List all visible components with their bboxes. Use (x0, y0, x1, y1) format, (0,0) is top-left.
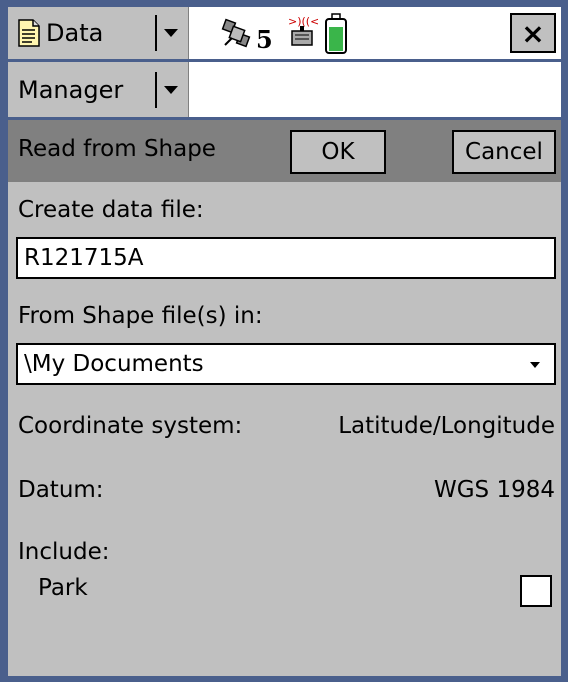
from-shape-files-label: From Shape file(s) in: (18, 303, 263, 329)
battery-icon (324, 13, 348, 55)
datum-label: Datum: (18, 477, 104, 503)
dropdown-separator (155, 15, 157, 51)
coordinate-system-value: Latitude/Longitude (338, 413, 555, 439)
include-label: Include: (18, 539, 110, 565)
shape-folder-dropdown[interactable]: \My Documents (16, 343, 556, 385)
manager-menu-button[interactable]: Manager (8, 62, 189, 117)
gnss-receiver-icon: >)((< (286, 13, 319, 53)
park-label: Park (38, 575, 88, 601)
ok-button[interactable]: OK (290, 130, 386, 174)
top-bar: Data 5 >)((< × (8, 7, 561, 62)
data-menu-button[interactable]: Data (8, 7, 189, 59)
datum-value: WGS 1984 (433, 477, 555, 503)
chevron-down-icon[interactable] (164, 29, 178, 37)
dialog-title: Read from Shape (18, 136, 216, 162)
satellite-count: 5 (256, 25, 273, 54)
dropdown-separator (155, 72, 157, 108)
chevron-down-icon (530, 362, 540, 368)
shape-folder-value: \My Documents (24, 351, 204, 377)
data-menu-label: Data (46, 19, 104, 47)
data-file-name-input[interactable]: R121715A (16, 237, 556, 279)
coordinate-system-label: Coordinate system: (18, 413, 243, 439)
document-icon (18, 19, 40, 47)
nav-row: Manager (8, 62, 561, 120)
app-frame: Data 5 >)((< × Manager Read from Shape O… (0, 0, 568, 682)
create-data-file-label: Create data file: (18, 197, 204, 223)
dialog-header: Read from Shape OK Cancel (8, 120, 561, 182)
satellite-icon (220, 17, 254, 51)
cancel-button[interactable]: Cancel (452, 130, 556, 174)
chevron-down-icon[interactable] (164, 86, 178, 94)
close-icon: × (521, 16, 545, 50)
manager-label: Manager (18, 75, 124, 104)
close-button[interactable]: × (510, 13, 556, 53)
park-checkbox[interactable] (520, 575, 552, 607)
